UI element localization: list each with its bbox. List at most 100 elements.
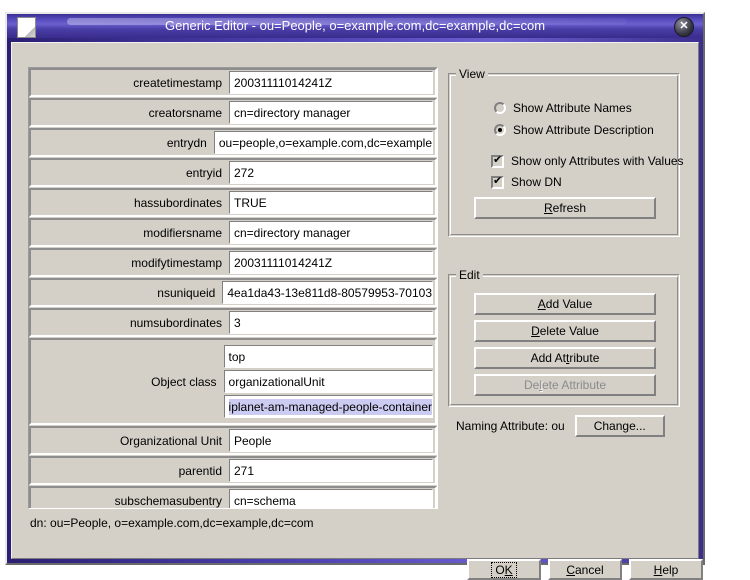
btn-post: ancel <box>574 562 604 577</box>
checkbox-label: Show only Attributes with Values <box>511 154 684 168</box>
attribute-row: modifiersname cn=directory manager <box>29 218 437 247</box>
attribute-value-cell: People <box>229 426 437 455</box>
btn-mnemonic: C <box>566 562 575 577</box>
radio-icon <box>494 102 506 114</box>
refresh-label: efresh <box>552 201 587 215</box>
attribute-row: parentid 271 <box>29 456 437 485</box>
attribute-row: createtimestamp 20031111014241Z <box>29 68 437 97</box>
attribute-label: Object class <box>29 338 224 425</box>
radio-label: Show Attribute Names <box>513 101 632 115</box>
attribute-label: createtimestamp <box>29 68 229 97</box>
btn-post: e... <box>629 419 646 433</box>
attribute-row: entrydn ou=people,o=example.com,dc=exampl… <box>29 128 437 157</box>
btn-pre: De <box>523 378 540 392</box>
attribute-value-cell: ou=people,o=example.com,dc=example <box>213 128 437 157</box>
attribute-label: hassubordinates <box>29 188 229 217</box>
add-attribute-button[interactable]: Add Attribute <box>474 347 656 369</box>
attribute-row: Organizational Unit People <box>29 426 437 455</box>
btn-mnemonic: A <box>537 297 546 311</box>
attribute-value-cell: cn=directory manager <box>229 218 437 247</box>
attribute-list-panel: createtimestamp 20031111014241Z creatorsna… <box>28 67 438 509</box>
attribute-label: entryid <box>29 158 229 187</box>
attribute-label: Organizational Unit <box>29 426 229 455</box>
btn-post: elp <box>662 562 679 577</box>
attribute-value-field[interactable]: TRUE <box>229 191 433 214</box>
attribute-row: numsubordinates 3 <box>29 308 437 337</box>
attribute-row: hassubordinates TRUE <box>29 188 437 217</box>
radio-show-attribute-description[interactable]: Show Attribute Description <box>494 123 654 137</box>
refresh-mnemonic: R <box>543 201 553 215</box>
radio-label: Show Attribute Description <box>513 123 654 137</box>
attribute-row: subschemasubentry cn=schema <box>29 486 437 508</box>
attribute-label: nsuniqueid <box>29 278 223 307</box>
refresh-button[interactable]: Refresh <box>474 197 656 219</box>
btn-pre: Add At <box>530 351 566 365</box>
attribute-row: entryid 272 <box>29 158 437 187</box>
attribute-value-cell: cn=directory manager <box>229 98 437 127</box>
attribute-value-field[interactable]: cn=directory manager <box>229 221 433 244</box>
attribute-value-cell: 20031111014241Z <box>229 248 437 277</box>
radio-icon <box>494 124 506 136</box>
attribute-value-field[interactable]: 3 <box>229 311 433 334</box>
ok-button[interactable]: OK <box>467 559 541 580</box>
attribute-value-field[interactable]: cn=schema <box>229 489 433 508</box>
delete-value-button[interactable]: Delete Value <box>474 320 656 342</box>
attribute-value-field[interactable]: 271 <box>229 459 433 482</box>
btn-post: dd Value <box>545 297 593 311</box>
attribute-label: creatorsname <box>29 98 229 127</box>
radio-show-attribute-names[interactable]: Show Attribute Names <box>494 101 632 115</box>
view-group-title: View <box>456 67 488 81</box>
close-glyph: ✕ <box>679 20 689 32</box>
help-button[interactable]: Help <box>629 559 703 580</box>
attribute-value-field[interactable]: 20031111014241Z <box>229 71 433 94</box>
attribute-label: entrydn <box>29 128 214 157</box>
checkbox-show-only-attributes-with-values[interactable]: Show only Attributes with Values <box>491 154 684 168</box>
edit-group-title: Edit <box>456 268 483 282</box>
checkbox-icon <box>491 154 504 168</box>
generic-editor-window: Generic Editor - ou=People, o=example.co… <box>5 12 705 580</box>
window-frame-inner: Generic Editor - ou=People, o=example.co… <box>7 14 703 580</box>
attribute-value-cell: 3 <box>229 308 437 337</box>
close-icon[interactable]: ✕ <box>674 17 694 37</box>
attribute-value-field[interactable]: cn=directory manager <box>229 101 433 124</box>
checkbox-icon <box>491 175 504 189</box>
attribute-value-field[interactable]: ou=people,o=example.com,dc=example <box>213 131 433 154</box>
naming-attribute-row: Naming Attribute: ou Change... <box>456 415 665 437</box>
add-value-button[interactable]: Add Value <box>474 293 656 315</box>
attribute-value-cell: 272 <box>229 158 437 187</box>
naming-attribute-label: Naming Attribute: ou <box>456 419 565 433</box>
selected-value-text: iplanet-am-managed-people-container <box>228 398 432 415</box>
window-title-bar[interactable]: Generic Editor - ou=People, o=example.co… <box>7 14 703 38</box>
cancel-button[interactable]: Cancel <box>548 559 622 580</box>
checkbox-show-dn[interactable]: Show DN <box>491 175 562 189</box>
attribute-value-cell: 271 <box>229 456 437 485</box>
attribute-value-field[interactable]: iplanet-am-managed-people-container <box>223 395 433 418</box>
dn-status-text: dn: ou=People, o=example.com,dc=example,… <box>30 516 314 530</box>
attribute-label: parentid <box>29 456 229 485</box>
edit-group-box: Edit Add Value Delete Value Add Attribut… <box>448 268 680 407</box>
attribute-value-field[interactable]: organizationalUnit <box>223 370 433 393</box>
attribute-row: nsuniqueid 4ea1da43-13e811d8-80579953-701… <box>29 278 437 307</box>
btn-mnemonic: K <box>504 562 513 577</box>
delete-attribute-button: Delete Attribute <box>474 374 656 396</box>
attribute-value-field[interactable]: 20031111014241Z <box>229 251 433 274</box>
attribute-label: modifiersname <box>29 218 229 247</box>
attribute-value-field[interactable]: 272 <box>229 161 433 184</box>
attribute-value-field[interactable]: People <box>229 429 433 452</box>
btn-post: ribute <box>569 351 600 365</box>
attribute-value-cell: TRUE <box>229 188 437 217</box>
attribute-label: subschemasubentry <box>29 486 229 508</box>
document-icon <box>17 17 36 38</box>
change-naming-attribute-button[interactable]: Change... <box>574 415 665 437</box>
view-group-box: View Show Attribute Names Show Attribute… <box>448 67 684 237</box>
btn-pre: O <box>495 562 505 577</box>
attribute-value-field[interactable]: 4ea1da43-13e811d8-80579953-70103 <box>222 281 433 304</box>
attribute-label: modifytimestamp <box>29 248 229 277</box>
btn-post: ete Attribute <box>541 378 607 392</box>
checkbox-label: Show DN <box>511 175 562 189</box>
attribute-value-cell: 4ea1da43-13e811d8-80579953-70103 <box>222 278 437 307</box>
btn-pre: Chan <box>593 419 623 433</box>
attribute-row: modifytimestamp 20031111014241Z <box>29 248 437 277</box>
attribute-value-field[interactable]: top <box>223 345 433 368</box>
attribute-label: numsubordinates <box>29 308 229 337</box>
